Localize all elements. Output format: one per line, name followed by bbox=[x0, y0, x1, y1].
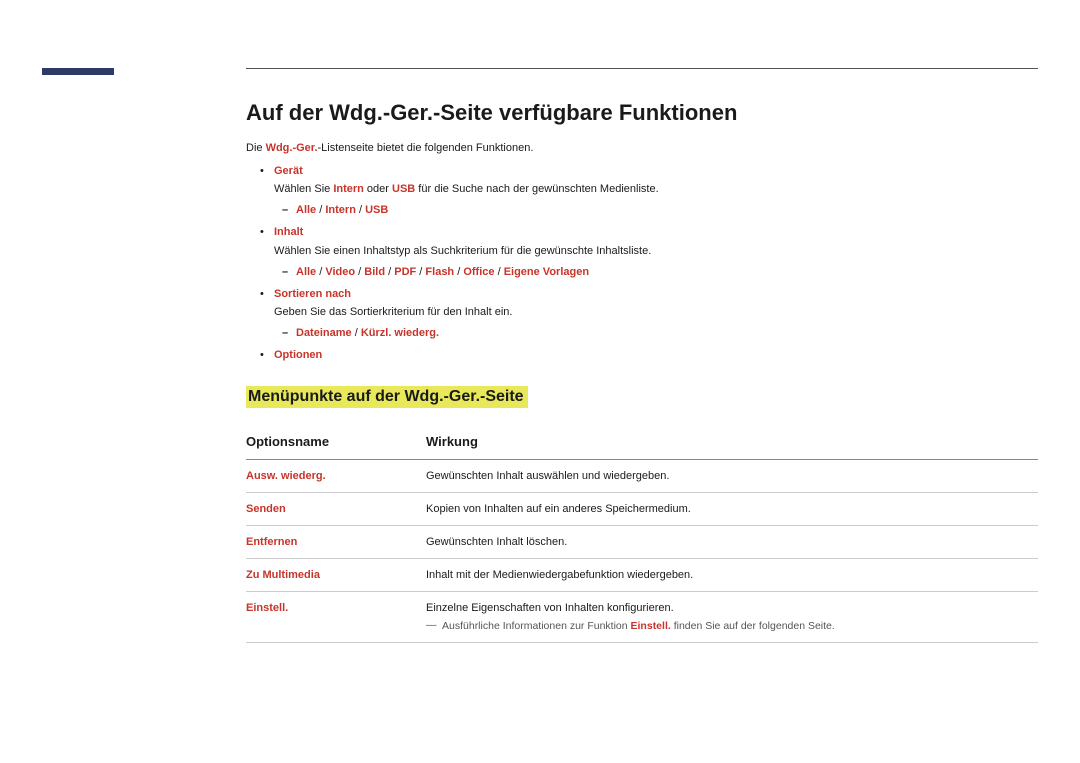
geraet-sublist: Alle / Intern / USB bbox=[274, 201, 1038, 219]
geraet-desc: Wählen Sie Intern oder USB für die Suche… bbox=[274, 180, 1038, 198]
cell-option-effect: Inhalt mit der Medienwiedergabefunktion … bbox=[426, 559, 1038, 592]
bullet-geraet: Gerät Wählen Sie Intern oder USB für die… bbox=[246, 162, 1038, 219]
inhalt-sublist: Alle / Video / Bild / PDF / Flash / Offi… bbox=[274, 263, 1038, 281]
cell-option-name: Entfernen bbox=[246, 526, 426, 559]
intro-text: Die Wdg.-Ger.-Listenseite bietet die fol… bbox=[246, 142, 1038, 154]
cell-option-name: Ausw. wiederg. bbox=[246, 460, 426, 493]
table-row: Ausw. wiederg. Gewünschten Inhalt auswäh… bbox=[246, 460, 1038, 493]
main-bullet-list: Gerät Wählen Sie Intern oder USB für die… bbox=[246, 162, 1038, 364]
table-row: Einstell. Einzelne Eigenschaften von Inh… bbox=[246, 592, 1038, 643]
cell-option-name: Senden bbox=[246, 493, 426, 526]
cell-option-effect: Einzelne Eigenschaften von Inhalten konf… bbox=[426, 592, 1038, 643]
th-optionsname: Optionsname bbox=[246, 426, 426, 460]
th-wirkung: Wirkung bbox=[426, 426, 1038, 460]
accent-bar bbox=[42, 68, 114, 75]
cell-option-effect: Gewünschten Inhalt auswählen und wiederg… bbox=[426, 460, 1038, 493]
inhalt-options: Alle / Video / Bild / PDF / Flash / Offi… bbox=[274, 263, 1038, 281]
bullet-inhalt: Inhalt Wählen Sie einen Inhaltstyp als S… bbox=[246, 223, 1038, 280]
subheading: Menüpunkte auf der Wdg.-Ger.-Seite bbox=[246, 386, 528, 408]
options-table: Optionsname Wirkung Ausw. wiederg. Gewün… bbox=[246, 426, 1038, 643]
table-header-row: Optionsname Wirkung bbox=[246, 426, 1038, 460]
bullet-sortieren: Sortieren nach Geben Sie das Sortierkrit… bbox=[246, 285, 1038, 342]
cell-option-effect: Kopien von Inhalten auf ein anderes Spei… bbox=[426, 493, 1038, 526]
page-content: Auf der Wdg.-Ger.-Seite verfügbare Funkt… bbox=[246, 100, 1038, 643]
sortieren-sublist: Dateiname / Kürzl. wiederg. bbox=[274, 324, 1038, 342]
bullet-optionen: Optionen bbox=[246, 346, 1038, 364]
table-row: Entfernen Gewünschten Inhalt löschen. bbox=[246, 526, 1038, 559]
cell-option-effect: Gewünschten Inhalt löschen. bbox=[426, 526, 1038, 559]
footnote: Ausführliche Informationen zur Funktion … bbox=[426, 620, 1038, 632]
table-row: Senden Kopien von Inhalten auf ein ander… bbox=[246, 493, 1038, 526]
top-rule bbox=[246, 68, 1038, 69]
sortieren-desc: Geben Sie das Sortierkriterium für den I… bbox=[274, 303, 1038, 321]
inhalt-desc: Wählen Sie einen Inhaltstyp als Suchkrit… bbox=[274, 242, 1038, 260]
geraet-options: Alle / Intern / USB bbox=[274, 201, 1038, 219]
sortieren-options: Dateiname / Kürzl. wiederg. bbox=[274, 324, 1038, 342]
cell-option-name: Zu Multimedia bbox=[246, 559, 426, 592]
cell-option-name: Einstell. bbox=[246, 592, 426, 643]
table-row: Zu Multimedia Inhalt mit der Medienwiede… bbox=[246, 559, 1038, 592]
page-title: Auf der Wdg.-Ger.-Seite verfügbare Funkt… bbox=[246, 100, 1038, 126]
